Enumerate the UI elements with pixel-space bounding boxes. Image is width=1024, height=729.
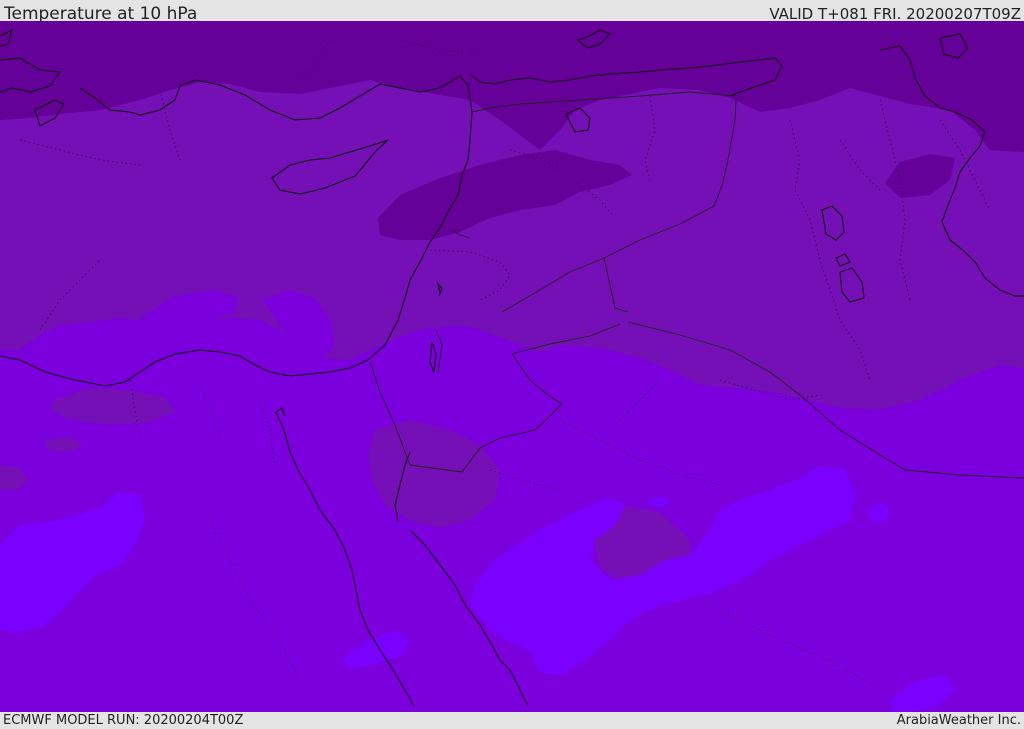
credit-label: ArabiaWeather Inc.	[896, 713, 1021, 728]
footer-bar: ECMWF MODEL RUN: 20200204T00Z ArabiaWeat…	[0, 712, 1024, 729]
model-run: ECMWF MODEL RUN: 20200204T00Z	[3, 713, 244, 728]
temperature-map	[0, 21, 1024, 712]
header-bar: Temperature at 10 hPa VALID T+081 FRI. 2…	[0, 0, 1024, 24]
